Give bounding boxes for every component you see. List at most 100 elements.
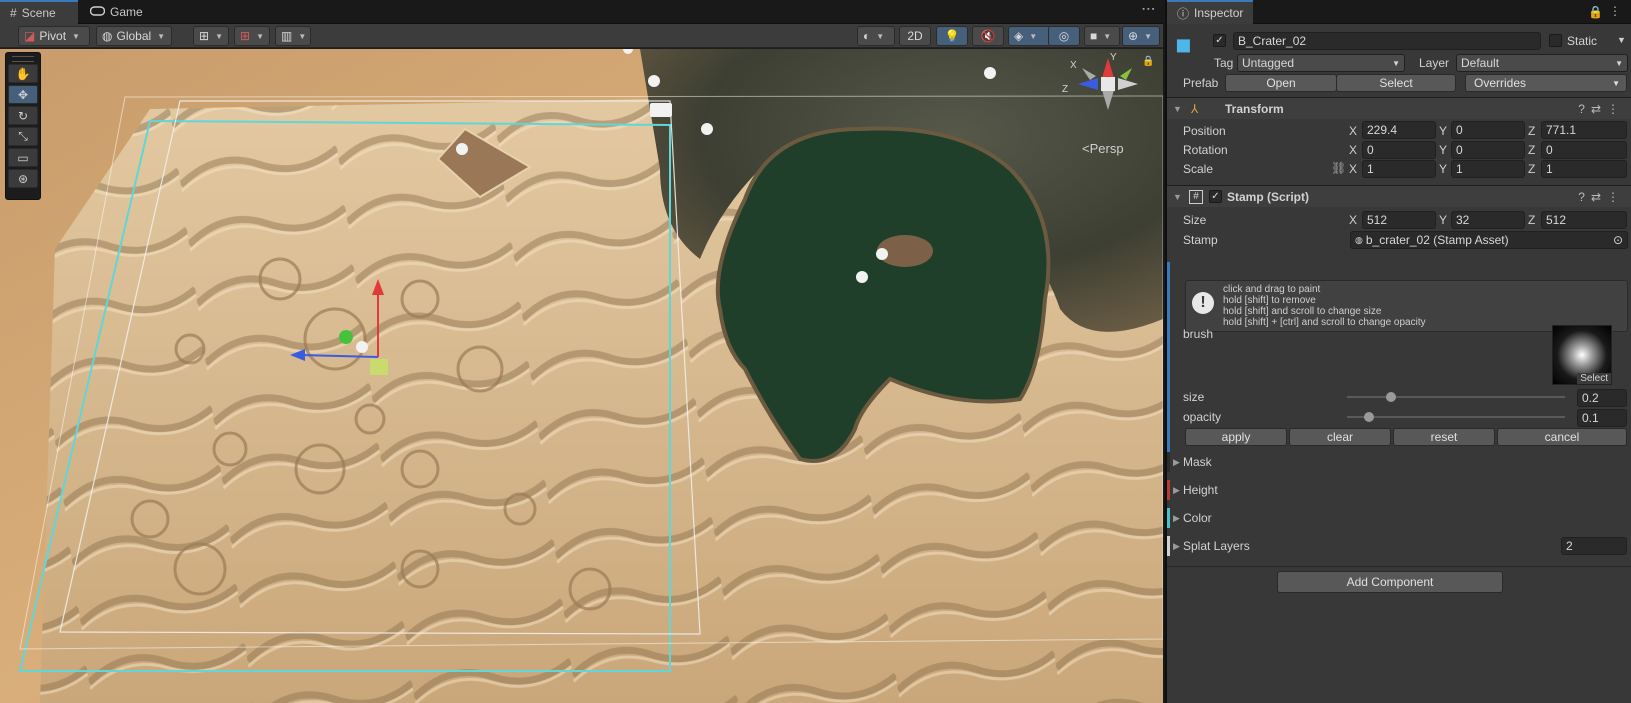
rotate-tool-button[interactable]: ↻	[8, 106, 38, 125]
opacity-value-field[interactable]: 0.1	[1577, 409, 1627, 427]
constrain-link-icon[interactable]: ⛓	[1331, 161, 1346, 175]
audio-toggle[interactable]: 🔇	[972, 26, 1004, 46]
prefab-label: Prefab	[1183, 76, 1219, 90]
position-x-field[interactable]: 229.4	[1362, 121, 1436, 139]
stamp-asset-field[interactable]: ◍ b_crater_02 (Stamp Asset) ⊙	[1350, 231, 1628, 249]
component-actions-icons[interactable]: ?⇄⋮	[1578, 190, 1625, 204]
gizmo-sphere-icon: ⊕	[1128, 29, 1139, 43]
position-y-field[interactable]: 0	[1451, 121, 1525, 139]
draw-mode-dropdown[interactable]: ◐ ▼	[857, 26, 895, 46]
lock-icon[interactable]: 🔒	[1142, 56, 1154, 67]
tab-inspector[interactable]: ⓘ Inspector	[1167, 0, 1254, 24]
transform-icon: ⊛	[17, 171, 29, 186]
chevron-down-icon: ▼	[298, 31, 307, 41]
object-picker-icon[interactable]: ⊙	[1613, 233, 1623, 247]
view-tool-button[interactable]: ✋	[8, 64, 38, 83]
foldout-closed-icon: ▶	[1173, 484, 1180, 495]
static-label: Static	[1567, 34, 1598, 48]
orientation-gizmo[interactable]: Y X Z 🔒	[1062, 52, 1158, 154]
chevron-down-icon[interactable]: ▼	[1617, 35, 1626, 45]
palette-drag-handle[interactable]	[12, 56, 34, 62]
layer-dropdown[interactable]: Default ▼	[1456, 54, 1628, 72]
lighting-toggle[interactable]: 💡	[936, 26, 968, 46]
section-color-bar	[1167, 508, 1170, 528]
inspector-tabbar: ⓘ Inspector 🔒 ⋮	[1167, 0, 1631, 24]
inspector-panel: ⓘ Inspector 🔒 ⋮ ◼ ✓ B_Crater_02 Static ▼…	[1165, 0, 1631, 703]
rotation-x-field[interactable]: 0	[1362, 141, 1436, 159]
scale-label: Scale	[1183, 162, 1214, 176]
toggle-2d-button[interactable]: 2D	[899, 26, 931, 46]
gamepad-icon	[89, 5, 106, 19]
tab-scene[interactable]: # Scene	[0, 0, 78, 24]
size-z-field[interactable]: 512	[1541, 211, 1627, 229]
scene-viewport[interactable]: ✋ ✥ ↻ ⤡ ▭ ⊛ Y X Z 🔒 <Persp	[0, 49, 1163, 703]
foldout-open-icon: ▼	[1173, 191, 1182, 202]
scene-menu-icon[interactable]: ⋮	[1141, 2, 1157, 15]
rect-tool-button[interactable]: ▭	[8, 148, 38, 167]
reset-button[interactable]: reset	[1393, 428, 1495, 446]
lock-icon[interactable]: 🔒	[1588, 5, 1603, 19]
rotation-z-field[interactable]: 0	[1541, 141, 1627, 159]
position-label: Position	[1183, 124, 1226, 138]
size-y-field[interactable]: 32	[1451, 211, 1525, 229]
warning-icon: !	[1192, 292, 1214, 314]
scene-tabbar: # Scene Game ⋮	[0, 0, 1163, 24]
projection-label[interactable]: <Persp	[1082, 141, 1124, 156]
object-name-field[interactable]: B_Crater_02	[1233, 32, 1541, 50]
section-height[interactable]: ▶ Height	[1167, 477, 1631, 503]
splat-layers-count-field[interactable]: 2	[1561, 537, 1627, 555]
effects-dropdown[interactable]: ◈ ▼	[1008, 26, 1052, 46]
move-tool-button[interactable]: ✥	[8, 85, 38, 104]
active-checkbox[interactable]: ✓	[1213, 34, 1226, 47]
globe-icon: ◍	[102, 29, 113, 43]
cancel-button[interactable]: cancel	[1497, 428, 1627, 446]
grid-snap-button[interactable]: ⊞ ▼	[193, 26, 229, 46]
apply-button[interactable]: apply	[1185, 428, 1287, 446]
increment-snap-button[interactable]: ⊞ ▼	[234, 26, 270, 46]
opacity-slider-knob[interactable]	[1363, 412, 1374, 422]
scale-y-field[interactable]: 1	[1451, 160, 1525, 178]
global-dropdown[interactable]: ◍ Global ▼	[96, 26, 172, 46]
component-actions-icons[interactable]: ?⇄⋮	[1578, 102, 1625, 116]
transform-header[interactable]: ▼ ⅄ Transform ?⇄⋮	[1167, 97, 1631, 119]
hand-icon: ✋	[15, 66, 31, 81]
pivot-dropdown[interactable]: ◪ Pivot ▼	[18, 26, 90, 46]
script-enabled-checkbox[interactable]: ✓	[1209, 190, 1222, 203]
stamp-label: Stamp	[1183, 233, 1218, 247]
prefab-overrides-dropdown[interactable]: Overrides ▼	[1465, 74, 1627, 92]
section-color[interactable]: ▶ Color	[1167, 505, 1631, 531]
section-splat-layers[interactable]: ▶ Splat Layers 2	[1167, 533, 1631, 559]
clear-button[interactable]: clear	[1289, 428, 1391, 446]
size-slider-track[interactable]	[1347, 396, 1565, 398]
scale-tool-button[interactable]: ⤡	[8, 127, 38, 146]
size-value-field[interactable]: 0.2	[1577, 389, 1627, 407]
scale-z-field[interactable]: 1	[1541, 160, 1627, 178]
hidden-objects-toggle[interactable]: ◎	[1048, 26, 1080, 46]
size-x-field[interactable]: 512	[1362, 211, 1436, 229]
static-checkbox[interactable]	[1549, 34, 1562, 47]
tag-dropdown[interactable]: Untagged ▼	[1237, 54, 1405, 72]
chevron-down-icon: ▼	[72, 31, 80, 41]
add-component-button[interactable]: Add Component	[1277, 571, 1503, 593]
foldout-closed-icon: ▶	[1173, 456, 1180, 467]
tab-game[interactable]: Game	[80, 0, 150, 24]
gizmos-dropdown[interactable]: ⊕ ▼	[1122, 26, 1160, 46]
chevron-down-icon: ▼	[1103, 31, 1112, 41]
camera-dropdown[interactable]: ■ ▼	[1084, 26, 1120, 46]
rotation-label: Rotation	[1183, 143, 1228, 157]
prefab-select-button[interactable]: Select	[1336, 74, 1456, 92]
size-slider-knob[interactable]	[1385, 392, 1396, 402]
transform-tool-button[interactable]: ⊛	[8, 169, 38, 188]
grid-visibility-button[interactable]: ▥ ▼	[275, 26, 311, 46]
size-label: Size	[1183, 213, 1207, 227]
brush-preview[interactable]: Select	[1552, 325, 1612, 385]
inspector-menu-icon[interactable]: ⋮	[1609, 4, 1621, 18]
prefab-open-button[interactable]: Open	[1225, 74, 1337, 92]
section-mask[interactable]: ▶ Mask	[1167, 449, 1631, 475]
opacity-slider-track[interactable]	[1347, 416, 1565, 418]
stamp-script-header[interactable]: ▼ # ✓ Stamp (Script) ?⇄⋮	[1167, 185, 1631, 207]
scale-x-field[interactable]: 1	[1362, 160, 1436, 178]
scene-view: # Scene Game ⋮ ◪ Pivot ▼ ◍ Global ▼ ⊞ ▼ …	[0, 0, 1163, 703]
rotation-y-field[interactable]: 0	[1451, 141, 1525, 159]
position-z-field[interactable]: 771.1	[1541, 121, 1627, 139]
